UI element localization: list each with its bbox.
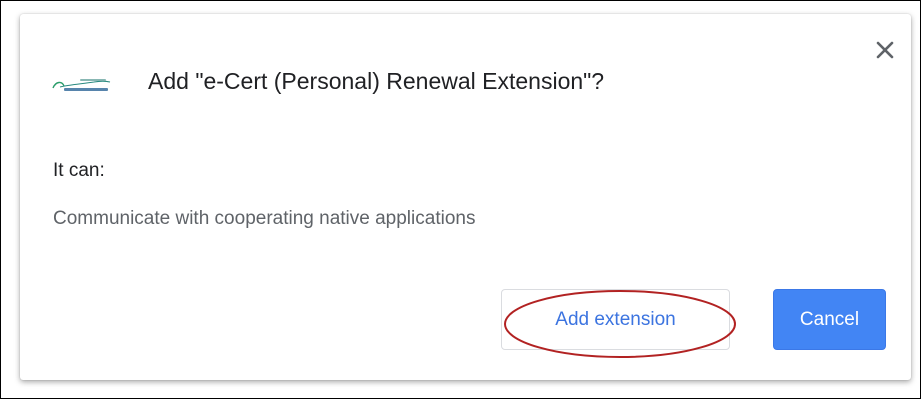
permission-item: Communicate with cooperating native appl… bbox=[53, 208, 476, 229]
add-extension-button-label: Add extension bbox=[555, 308, 676, 330]
it-can-label: It can: bbox=[53, 160, 105, 181]
cancel-button-label: Cancel bbox=[799, 308, 860, 330]
add-extension-dialog: Add "e-Cert (Personal) Renewal Extension… bbox=[20, 14, 911, 380]
close-button[interactable] bbox=[873, 38, 897, 62]
close-icon bbox=[876, 41, 894, 59]
extension-logo-icon bbox=[52, 79, 111, 91]
dialog-title: Add "e-Cert (Personal) Renewal Extension… bbox=[148, 68, 605, 94]
add-extension-button[interactable]: Add extension bbox=[501, 289, 730, 350]
cancel-button[interactable]: Cancel bbox=[773, 289, 886, 350]
